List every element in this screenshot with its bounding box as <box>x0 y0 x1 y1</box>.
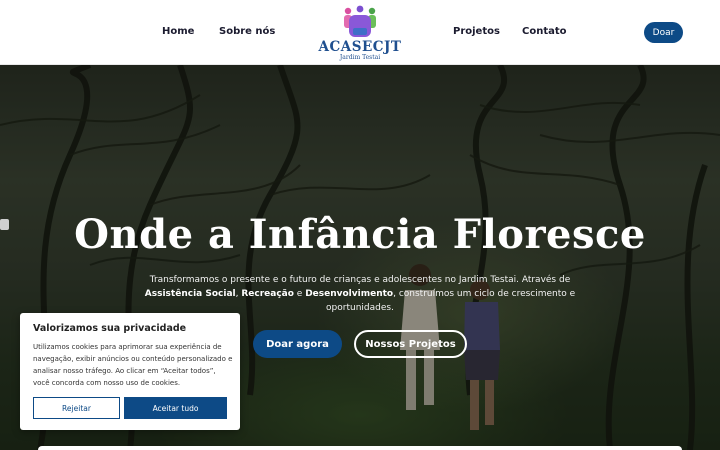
hero-title: Onde a Infância Floresce <box>74 211 646 258</box>
donate-now-button[interactable]: Doar agora <box>253 330 342 358</box>
nav-contact[interactable]: Contato <box>522 26 567 37</box>
cookie-reject-button[interactable]: Rejeitar <box>33 397 120 419</box>
content-card-top <box>38 446 682 450</box>
hero-description: Transformamos o presente e o futuro de c… <box>144 275 576 313</box>
cookie-accept-button[interactable]: Aceitar tudo <box>124 397 227 419</box>
cookie-text: Utilizamos cookies para aprimorar sua ex… <box>33 343 233 387</box>
logo[interactable]: ACASECJT Jardim Testai <box>318 4 402 62</box>
nav-projects[interactable]: Projetos <box>453 26 500 37</box>
site-header: Home Sobre nós ACASECJT Jardim Testai Pr… <box>0 0 720 65</box>
logo-figures-icon <box>344 5 376 37</box>
nav-home[interactable]: Home <box>162 26 194 37</box>
nav-about[interactable]: Sobre nós <box>219 26 275 37</box>
our-projects-button[interactable]: Nossos Projetos <box>354 330 467 358</box>
cookie-consent-dialog: Valorizamos sua privacidade Utilizamos c… <box>20 313 240 430</box>
logo-subtitle: Jardim Testai <box>339 54 381 61</box>
cookie-title: Valorizamos sua privacidade <box>33 323 187 334</box>
logo-title: ACASECJT <box>318 39 402 55</box>
donate-button[interactable]: Doar <box>644 22 683 43</box>
